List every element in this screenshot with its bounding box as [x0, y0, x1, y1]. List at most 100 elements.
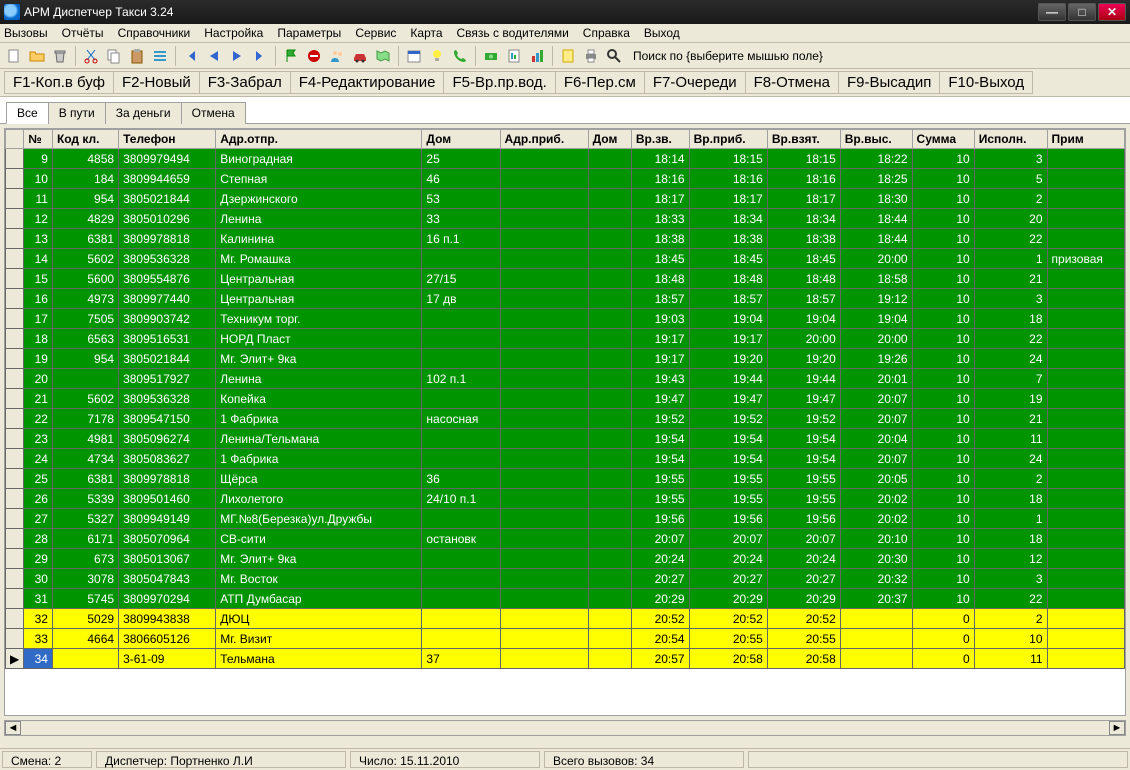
col-header[interactable]: Вр.зв.: [631, 130, 689, 149]
stop-icon[interactable]: [304, 46, 324, 66]
row-selector[interactable]: [6, 289, 24, 309]
prev-icon[interactable]: [204, 46, 224, 66]
fkey-button[interactable]: F1-Коп.в буф: [4, 71, 114, 94]
row-selector[interactable]: [6, 449, 24, 469]
bulb-icon[interactable]: [427, 46, 447, 66]
table-row[interactable]: 199543805021844Мг. Элит+ 9ка19:1719:2019…: [6, 349, 1125, 369]
table-row[interactable]: 1456023809536328Мг. Ромашка18:4518:4518:…: [6, 249, 1125, 269]
table-row[interactable]: 24473438050836271 Фабрика19:5419:5419:54…: [6, 449, 1125, 469]
col-header[interactable]: №: [24, 130, 53, 149]
fkey-button[interactable]: F2-Новый: [113, 71, 200, 94]
col-header[interactable]: Дом: [588, 130, 631, 149]
row-selector[interactable]: [6, 609, 24, 629]
copy-icon[interactable]: [104, 46, 124, 66]
col-header[interactable]: Исполн.: [974, 130, 1047, 149]
menu-Справочники[interactable]: Справочники: [118, 26, 191, 40]
money-icon[interactable]: [481, 46, 501, 66]
cut-icon[interactable]: [81, 46, 101, 66]
row-selector[interactable]: [6, 189, 24, 209]
menu-Настройка[interactable]: Настройка: [204, 26, 263, 40]
menu-Вызовы[interactable]: Вызовы: [4, 26, 48, 40]
minimize-button[interactable]: —: [1038, 3, 1066, 21]
next-icon[interactable]: [227, 46, 247, 66]
row-selector[interactable]: [6, 429, 24, 449]
row-selector[interactable]: [6, 409, 24, 429]
table-row[interactable]: 2861713805070964СВ-ситиостановк20:0720:0…: [6, 529, 1125, 549]
table-row[interactable]: 1649733809977440Центральная17 дв18:5718:…: [6, 289, 1125, 309]
horizontal-scrollbar[interactable]: ◄ ►: [4, 720, 1126, 736]
row-selector[interactable]: [6, 389, 24, 409]
close-button[interactable]: ✕: [1098, 3, 1126, 21]
table-row[interactable]: 1775053809903742Техникум торг.19:0319:04…: [6, 309, 1125, 329]
table-row[interactable]: 2156023809536328Копейка19:4719:4719:4720…: [6, 389, 1125, 409]
fkey-button[interactable]: F6-Пер.см: [555, 71, 645, 94]
col-header[interactable]: Адр.приб.: [500, 130, 588, 149]
col-header[interactable]: Адр.отпр.: [216, 130, 422, 149]
table-row[interactable]: 1556003809554876Центральная27/1518:4818:…: [6, 269, 1125, 289]
report-icon[interactable]: [504, 46, 524, 66]
fkey-button[interactable]: F7-Очереди: [644, 71, 746, 94]
col-header[interactable]: Сумма: [912, 130, 974, 149]
print-icon[interactable]: [581, 46, 601, 66]
row-selector[interactable]: [6, 629, 24, 649]
menu-Сервис[interactable]: Сервис: [355, 26, 396, 40]
table-row[interactable]: 3346643806605126Мг. Визит20:5420:5520:55…: [6, 629, 1125, 649]
table-row[interactable]: 1865633809516531НОРД Пласт19:1719:1720:0…: [6, 329, 1125, 349]
first-icon[interactable]: [181, 46, 201, 66]
scroll-left-icon[interactable]: ◄: [5, 721, 21, 735]
car-icon[interactable]: [350, 46, 370, 66]
list-icon[interactable]: [150, 46, 170, 66]
table-row[interactable]: 3250293809943838ДЮЦ20:5220:5220:5202: [6, 609, 1125, 629]
col-header[interactable]: Прим: [1047, 130, 1124, 149]
row-selector[interactable]: [6, 229, 24, 249]
paste-icon[interactable]: [127, 46, 147, 66]
table-row[interactable]: 2349813805096274Ленина/Тельмана19:5419:5…: [6, 429, 1125, 449]
menu-Справка[interactable]: Справка: [583, 26, 630, 40]
table-row[interactable]: 1363813809978818Калинина16 п.118:3818:38…: [6, 229, 1125, 249]
table-row[interactable]: 2753273809949149МГ.№8(Березка)ул.Дружбы1…: [6, 509, 1125, 529]
delete-icon[interactable]: [50, 46, 70, 66]
scroll-right-icon[interactable]: ►: [1109, 721, 1125, 735]
row-selector[interactable]: [6, 569, 24, 589]
table-row[interactable]: 948583809979494Виноградная2518:1418:1518…: [6, 149, 1125, 169]
fkey-button[interactable]: F9-Высадип: [838, 71, 940, 94]
row-selector[interactable]: [6, 469, 24, 489]
menu-Карта[interactable]: Карта: [410, 26, 442, 40]
chart-icon[interactable]: [527, 46, 547, 66]
row-selector[interactable]: [6, 269, 24, 289]
users-icon[interactable]: [327, 46, 347, 66]
table-row[interactable]: 1248293805010296Ленина3318:3318:3418:341…: [6, 209, 1125, 229]
table-row[interactable]: 2653393809501460Лихолетого24/10 п.119:55…: [6, 489, 1125, 509]
tab-Все[interactable]: Все: [6, 102, 49, 124]
row-selector[interactable]: [6, 369, 24, 389]
grid-wrapper[interactable]: №Код кл.ТелефонАдр.отпр.ДомАдр.приб.ДомВ…: [4, 128, 1126, 716]
row-selector[interactable]: [6, 529, 24, 549]
open-icon[interactable]: [27, 46, 47, 66]
search-icon[interactable]: [604, 46, 624, 66]
table-row[interactable]: 101843809944659Степная4618:1618:1618:161…: [6, 169, 1125, 189]
col-header[interactable]: Код кл.: [52, 130, 118, 149]
row-selector[interactable]: [6, 149, 24, 169]
last-icon[interactable]: [250, 46, 270, 66]
menu-Связь с водителями[interactable]: Связь с водителями: [457, 26, 569, 40]
col-header[interactable]: Телефон: [119, 130, 216, 149]
table-row[interactable]: 3030783805047843Мг. Восток20:2720:2720:2…: [6, 569, 1125, 589]
row-selector[interactable]: [6, 549, 24, 569]
row-selector[interactable]: [6, 169, 24, 189]
menu-Отчёты[interactable]: Отчёты: [62, 26, 104, 40]
fkey-button[interactable]: F5-Вр.пр.вод.: [443, 71, 555, 94]
table-row[interactable]: 2563813809978818Щёрса3619:5519:5519:5520…: [6, 469, 1125, 489]
calendar-icon[interactable]: [404, 46, 424, 66]
maximize-button[interactable]: □: [1068, 3, 1096, 21]
row-selector[interactable]: [6, 329, 24, 349]
note-icon[interactable]: [558, 46, 578, 66]
row-selector[interactable]: ▶: [6, 649, 24, 669]
tab-Отмена[interactable]: Отмена: [181, 102, 246, 124]
table-row[interactable]: 203809517927Ленина102 п.119:4319:4419:44…: [6, 369, 1125, 389]
tab-В пути[interactable]: В пути: [48, 102, 106, 124]
row-selector[interactable]: [6, 309, 24, 329]
menu-Параметры[interactable]: Параметры: [277, 26, 341, 40]
phone-icon[interactable]: [450, 46, 470, 66]
row-selector[interactable]: [6, 509, 24, 529]
col-header[interactable]: Вр.выс.: [840, 130, 912, 149]
